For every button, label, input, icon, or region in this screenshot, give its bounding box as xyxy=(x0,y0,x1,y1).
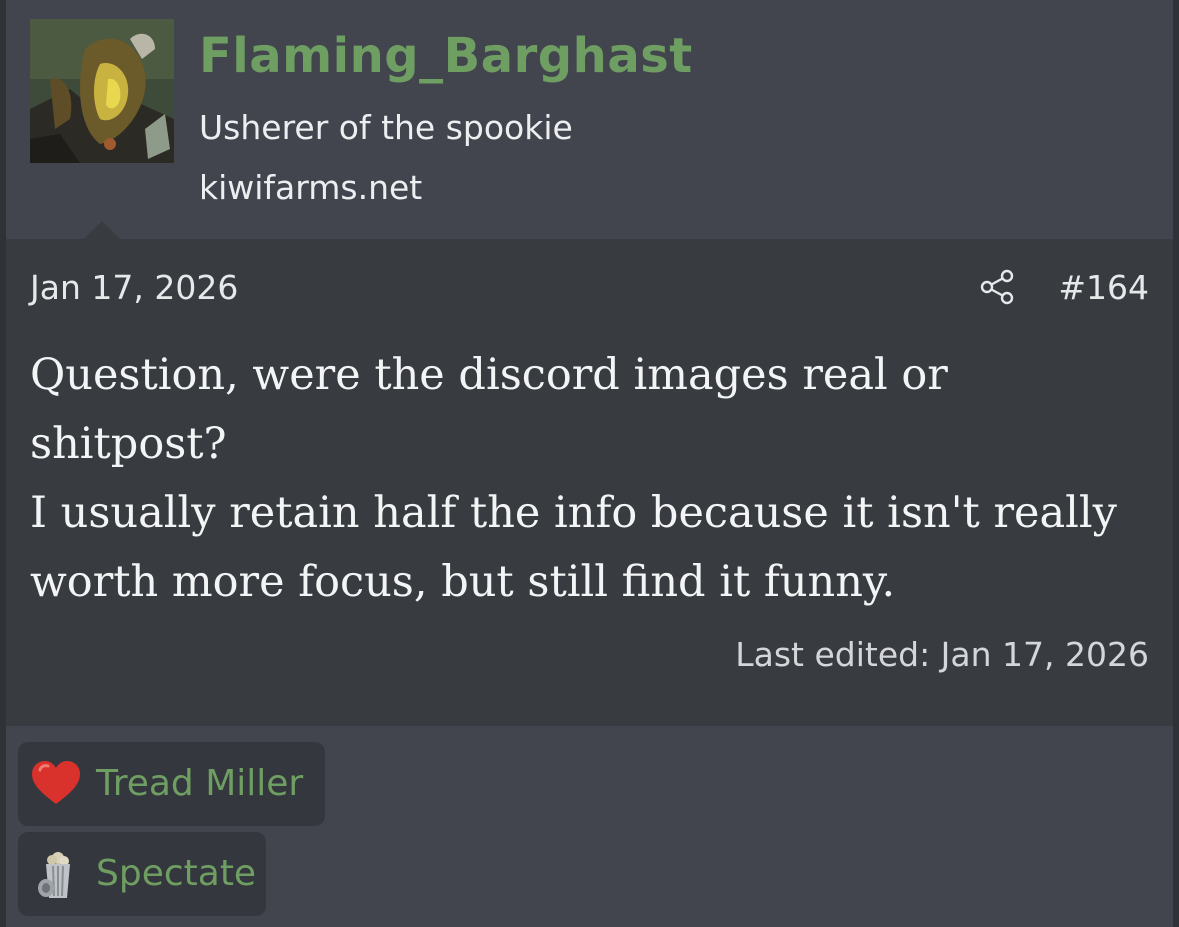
reaction-tread-miller[interactable]: Tread Miller xyxy=(18,742,325,826)
post-message: Question, were the discord images real o… xyxy=(30,341,1150,617)
post-body: Jan 17, 2026 #164 Question, were the dis… xyxy=(6,239,1173,726)
reaction-label: Tread Miller xyxy=(96,763,304,804)
share-icon[interactable] xyxy=(978,268,1016,306)
reaction-spectate[interactable]: Spectate xyxy=(18,832,266,916)
post-number-link[interactable]: #164 xyxy=(1058,267,1149,309)
post-date[interactable]: Jan 17, 2026 xyxy=(30,267,238,309)
reaction-label: Spectate xyxy=(96,853,257,894)
avatar-image xyxy=(30,19,174,163)
last-edited: Last edited: Jan 17, 2026 xyxy=(735,635,1149,674)
post-line: I usually retain half the info because i… xyxy=(30,488,1117,607)
user-site: kiwifarms.net xyxy=(199,168,423,207)
post-container: Flaming_Barghast Usherer of the spookie … xyxy=(6,0,1173,927)
heart-icon xyxy=(32,761,80,804)
username[interactable]: Flaming_Barghast xyxy=(199,26,693,86)
post-line: Question, were the discord images real o… xyxy=(30,350,948,469)
user-title: Usherer of the spookie xyxy=(199,108,573,147)
message-pointer xyxy=(84,221,120,239)
user-avatar[interactable] xyxy=(30,19,174,163)
popcorn-icon xyxy=(38,852,70,898)
